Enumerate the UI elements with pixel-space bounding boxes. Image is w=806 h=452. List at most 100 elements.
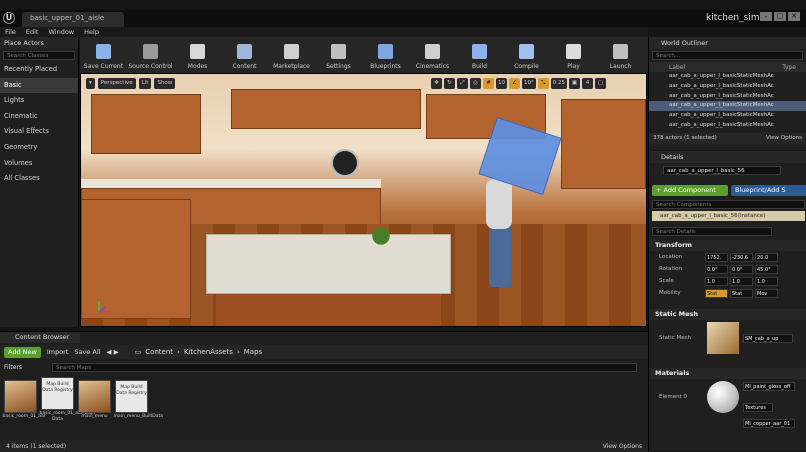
scale-x[interactable]: 1.0 (705, 276, 728, 286)
location-y[interactable]: -230.6 (730, 252, 753, 262)
breadcrumb-kitchenassets[interactable]: KitchenAssets (184, 348, 233, 356)
asset-item[interactable]: main_menu (78, 379, 111, 420)
source-control-button[interactable]: Source Control (127, 37, 174, 73)
translate-icon[interactable]: ✥ (431, 78, 442, 89)
textures-dropdown[interactable]: Textures (743, 403, 773, 412)
import-button[interactable]: Import (47, 348, 69, 356)
marketplace-button[interactable]: Marketplace (268, 37, 315, 73)
static-mesh-thumbnail[interactable] (707, 322, 739, 354)
transform-section[interactable]: Transform (649, 240, 806, 251)
minimize-button[interactable]: – (760, 12, 772, 21)
outliner-row[interactable]: aar_cab_a_upper_l_basicStaticMeshAc (649, 101, 806, 112)
rotation-y[interactable]: 0.0° (730, 264, 753, 274)
static-mesh-dropdown[interactable]: SM_cab_a_up (743, 333, 793, 343)
blueprints-button[interactable]: Blueprints (362, 37, 409, 73)
category-volumes[interactable]: Volumes (0, 156, 78, 172)
mobility-static[interactable]: Stat (705, 288, 728, 298)
search-classes-input[interactable]: Search Classes (3, 51, 75, 60)
scale-y[interactable]: 1.0 (730, 276, 753, 286)
category-lights[interactable]: Lights (0, 93, 78, 109)
blueprint-add-script-button[interactable]: Blueprint/Add S (731, 185, 806, 196)
play-button[interactable]: Play (550, 37, 597, 73)
asset-item[interactable]: basic_room_01_aar (3, 379, 46, 420)
outliner-row[interactable]: aar_cab_a_upper_l_basicStaticMeshAc (649, 111, 806, 121)
scale-icon[interactable]: ⤢ (457, 78, 468, 89)
viewport-menu-button[interactable]: ▾ (86, 78, 95, 89)
material-2-dropdown[interactable]: MI_copper_aar_01 (743, 419, 795, 428)
perspective-button[interactable]: Perspective (97, 78, 136, 89)
show-button[interactable]: Show (154, 78, 176, 89)
rotation-x[interactable]: 0.0° (705, 264, 728, 274)
rotation-snap-value[interactable]: 10° (522, 78, 536, 89)
cinematics-button[interactable]: Cinematics (409, 37, 456, 73)
asset-item[interactable]: Map Build Data Registry basic_room_01_aar… (40, 377, 95, 422)
camera-speed-value[interactable]: 4 (582, 78, 593, 89)
outliner-row[interactable]: aar_cab_a_upper_l_basicStaticMeshAc (649, 72, 806, 82)
scale-snap-icon[interactable]: ⤡ (537, 78, 549, 89)
filters-button[interactable]: Filters (4, 364, 48, 371)
outliner-row[interactable]: aar_cab_a_upper_l_basicStaticMeshAc (649, 92, 806, 102)
category-basic[interactable]: Basic (0, 77, 78, 94)
material-dropdown[interactable]: MI_paint_gloss_off (743, 382, 795, 391)
location-z[interactable]: 20.0 (755, 252, 778, 262)
category-cinematic[interactable]: Cinematic (0, 109, 78, 125)
search-details-input[interactable]: Search Details (652, 227, 772, 236)
category-recently-placed[interactable]: Recently Placed (0, 62, 78, 78)
build-button[interactable]: Build (456, 37, 503, 73)
breadcrumb-content[interactable]: Content (145, 348, 173, 356)
mobility-stationary[interactable]: Stat (730, 288, 753, 298)
content-button[interactable]: Content (221, 37, 268, 73)
location-x[interactable]: 1752. (705, 252, 728, 262)
material-thumbnail[interactable] (707, 381, 739, 413)
kitchen-island (206, 234, 451, 294)
grid-snap-value[interactable]: 10 (496, 78, 507, 89)
history-back-icon[interactable]: ◀ ▶ (107, 348, 119, 356)
outliner-row[interactable]: aar_cab_a_upper_l_basicStaticMeshAc (649, 82, 806, 92)
maximize-button[interactable]: □ (774, 12, 786, 21)
outliner-view-options[interactable]: View Options (766, 135, 802, 141)
scale-snap-value[interactable]: 0.25 (550, 78, 567, 89)
search-maps-input[interactable]: Search Maps (52, 362, 637, 372)
settings-button[interactable]: Settings (315, 37, 362, 73)
menu-file[interactable]: File (5, 28, 16, 36)
launch-button[interactable]: Launch (597, 37, 644, 73)
lit-button[interactable]: Lit (138, 78, 152, 89)
menu-help[interactable]: Help (84, 28, 99, 36)
content-browser-tab[interactable]: Content Browser (0, 332, 80, 343)
level-tab[interactable]: basic_upper_01_aisle (22, 12, 124, 27)
object-name-field[interactable]: aar_cab_a_upper_l_basic_56 (663, 166, 781, 175)
maximize-viewport-icon[interactable]: ▢ (595, 78, 606, 89)
modes-button[interactable]: Modes (174, 37, 221, 73)
category-geometry[interactable]: Geometry (0, 140, 78, 156)
breadcrumb-maps[interactable]: Maps (244, 348, 262, 356)
category-visual-effects[interactable]: Visual Effects (0, 124, 78, 140)
close-button[interactable]: ✕ (788, 12, 800, 21)
add-new-button[interactable]: Add New (4, 346, 41, 358)
save-all-button[interactable]: Save All (74, 348, 100, 356)
instance-row[interactable]: aar_cab_a_upper_l_basic_56(Instance) (652, 211, 805, 221)
content-view-options[interactable]: View Options (603, 443, 642, 450)
asset-item[interactable]: Map Build Data Registry main_menu_BuiltDa… (114, 379, 163, 420)
outliner-search-input[interactable]: Search... (652, 51, 803, 60)
type-column-header[interactable]: Type (782, 64, 796, 71)
materials-section[interactable]: Materials (649, 368, 806, 379)
world-icon[interactable]: ◎ (470, 78, 481, 89)
compile-button[interactable]: Compile (503, 37, 550, 73)
grid-snap-icon[interactable]: # (483, 78, 494, 89)
category-all-classes[interactable]: All Classes (0, 171, 78, 187)
rotate-icon[interactable]: ↻ (444, 78, 455, 89)
outliner-row[interactable]: aar_cab_a_upper_l_basicStaticMeshAc (649, 121, 806, 131)
camera-speed-icon[interactable]: ▣ (569, 78, 580, 89)
mobility-movable[interactable]: Mov (755, 288, 778, 298)
label-column-header[interactable]: Label (669, 64, 685, 71)
menu-edit[interactable]: Edit (26, 28, 39, 36)
level-viewport[interactable]: ▾ Perspective Lit Show ✥ ↻ ⤢ ◎ # 10 ∠ 10… (80, 73, 647, 327)
add-component-button[interactable]: + Add Component (652, 185, 728, 196)
rotation-snap-icon[interactable]: ∠ (509, 78, 520, 89)
rotation-z[interactable]: 45.0° (755, 264, 778, 274)
menu-window[interactable]: Window (48, 28, 74, 36)
static-mesh-section[interactable]: Static Mesh (649, 309, 806, 320)
scale-z[interactable]: 1.0 (755, 276, 778, 286)
save-current-button[interactable]: Save Current (80, 37, 127, 73)
search-components-input[interactable]: Search Components (652, 200, 805, 209)
